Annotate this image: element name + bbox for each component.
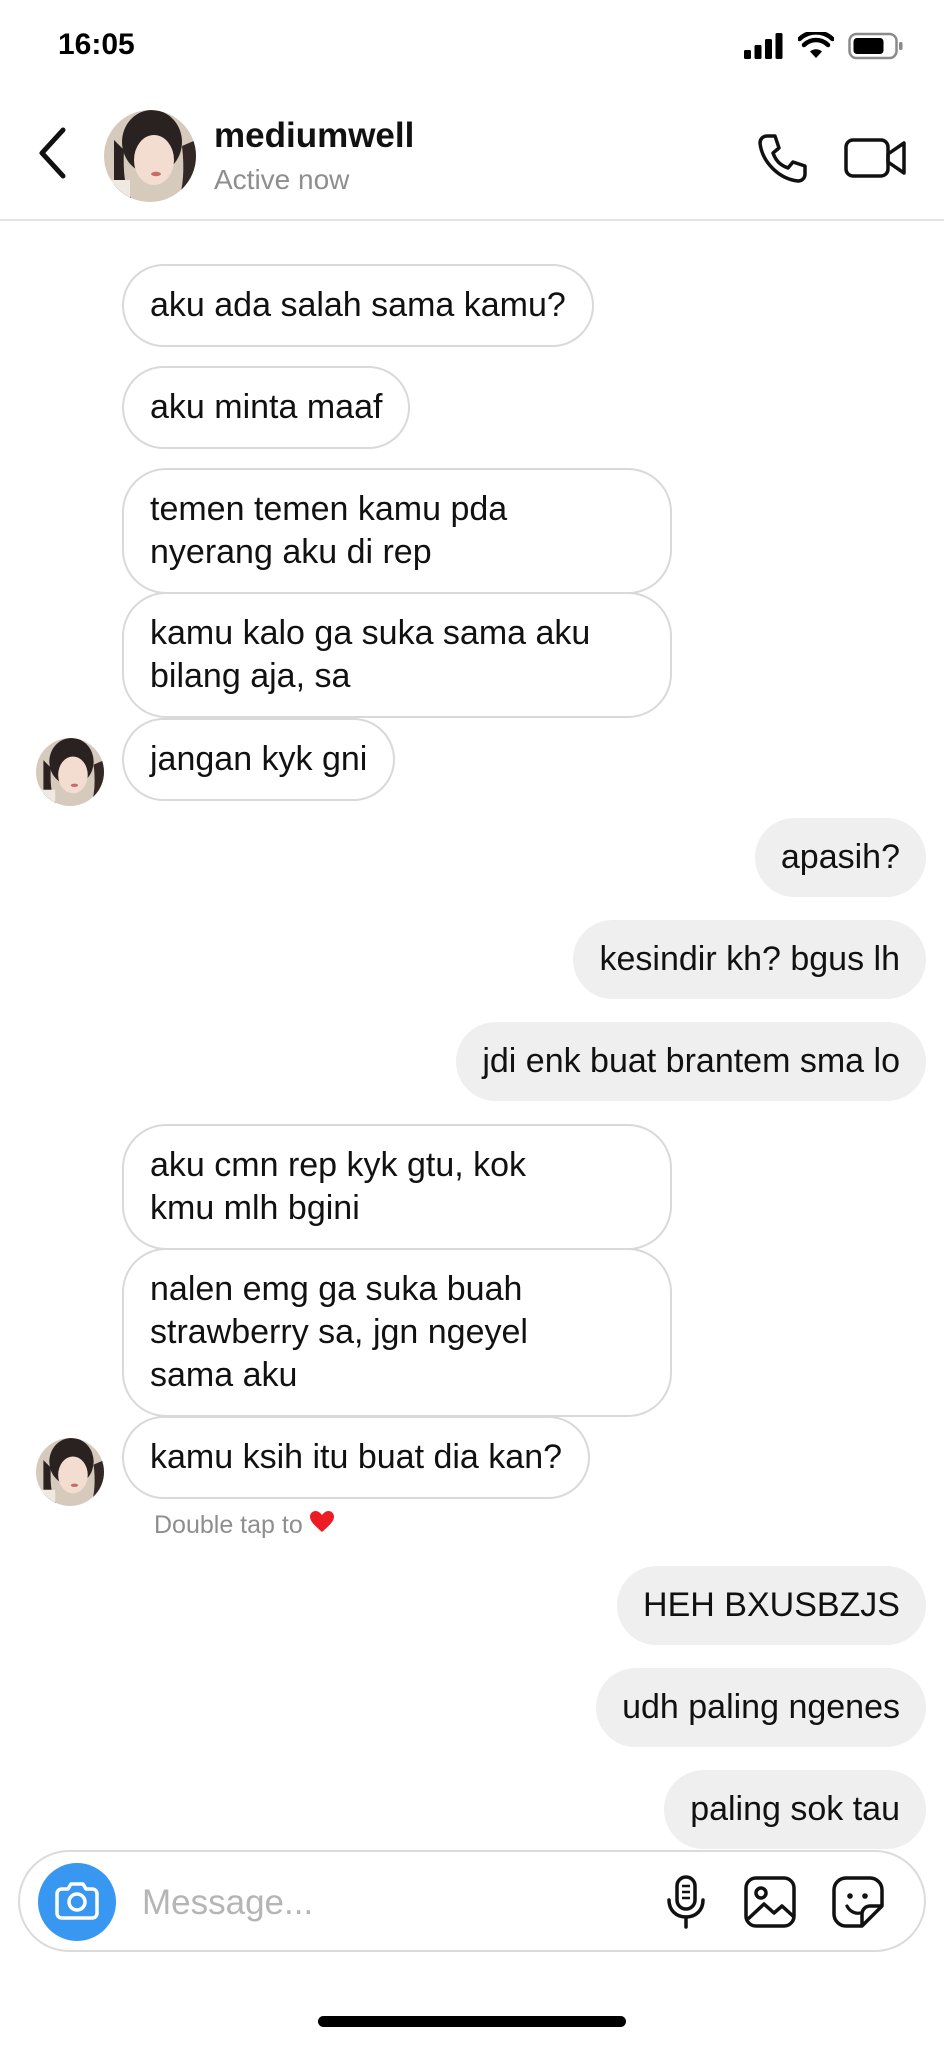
status-icons: [744, 29, 904, 66]
microphone-icon: [664, 1874, 708, 1935]
video-camera-icon: [842, 138, 910, 190]
sticker-button[interactable]: [830, 1874, 886, 1935]
message-composer: [18, 1850, 926, 1952]
back-icon: [35, 126, 69, 185]
sent-message[interactable]: HEH BXUSBZJS: [617, 1566, 926, 1645]
received-message[interactable]: aku cmn rep kyk gtu, kok kmu mlh bgini: [122, 1124, 672, 1250]
sent-message[interactable]: kesindir kh? bgus lh: [573, 920, 926, 999]
received-message[interactable]: kamu ksih itu buat dia kan?: [122, 1416, 591, 1499]
message-input[interactable]: [140, 1872, 644, 1934]
phone-icon: [752, 134, 812, 192]
gallery-button[interactable]: [742, 1874, 798, 1935]
received-message[interactable]: jangan kyk gni: [122, 718, 396, 801]
camera-button[interactable]: [38, 1863, 116, 1941]
received-message[interactable]: kamu kalo ga suka sama aku bilang aja, s…: [122, 592, 672, 718]
chat-username[interactable]: mediumwell: [214, 116, 414, 156]
received-message[interactable]: aku minta maaf: [122, 366, 411, 449]
received-message[interactable]: temen temen kamu pda nyerang aku di rep: [122, 468, 672, 594]
avatar[interactable]: [104, 110, 196, 202]
gallery-icon: [742, 1874, 798, 1935]
battery-icon: [848, 32, 904, 65]
voice-message-button[interactable]: [658, 1874, 714, 1935]
sent-message[interactable]: paling sok tau: [664, 1770, 926, 1849]
heart-icon: [309, 1510, 335, 1541]
status-bar: 16:05: [0, 0, 944, 92]
back-button[interactable]: [30, 120, 74, 190]
double-tap-hint: Double tap to: [154, 1510, 335, 1541]
status-time: 16:05: [58, 28, 135, 61]
voice-call-button[interactable]: [752, 128, 812, 188]
active-status: Active now: [214, 164, 350, 195]
sent-message[interactable]: jdi enk buat brantem sma lo: [456, 1022, 926, 1101]
chat-header: mediumwell Active now: [0, 92, 944, 221]
camera-icon: [54, 1880, 100, 1925]
sent-message[interactable]: udh paling ngenes: [596, 1668, 926, 1747]
sticker-icon: [830, 1874, 886, 1935]
signal-icon: [744, 32, 784, 64]
hint-text: Double tap to: [154, 1511, 303, 1539]
sent-message[interactable]: apasih?: [754, 818, 926, 897]
video-call-button[interactable]: [842, 130, 910, 186]
message-thread[interactable]: aku ada salah sama kamu? aku minta maaf …: [0, 220, 944, 1850]
avatar[interactable]: [36, 738, 104, 806]
wifi-icon: [797, 29, 835, 65]
received-message[interactable]: aku ada salah sama kamu?: [122, 264, 594, 347]
avatar[interactable]: [36, 1438, 104, 1506]
home-indicator[interactable]: [318, 2016, 626, 2027]
received-message[interactable]: nalen emg ga suka buah strawberry sa, jg…: [122, 1248, 672, 1417]
